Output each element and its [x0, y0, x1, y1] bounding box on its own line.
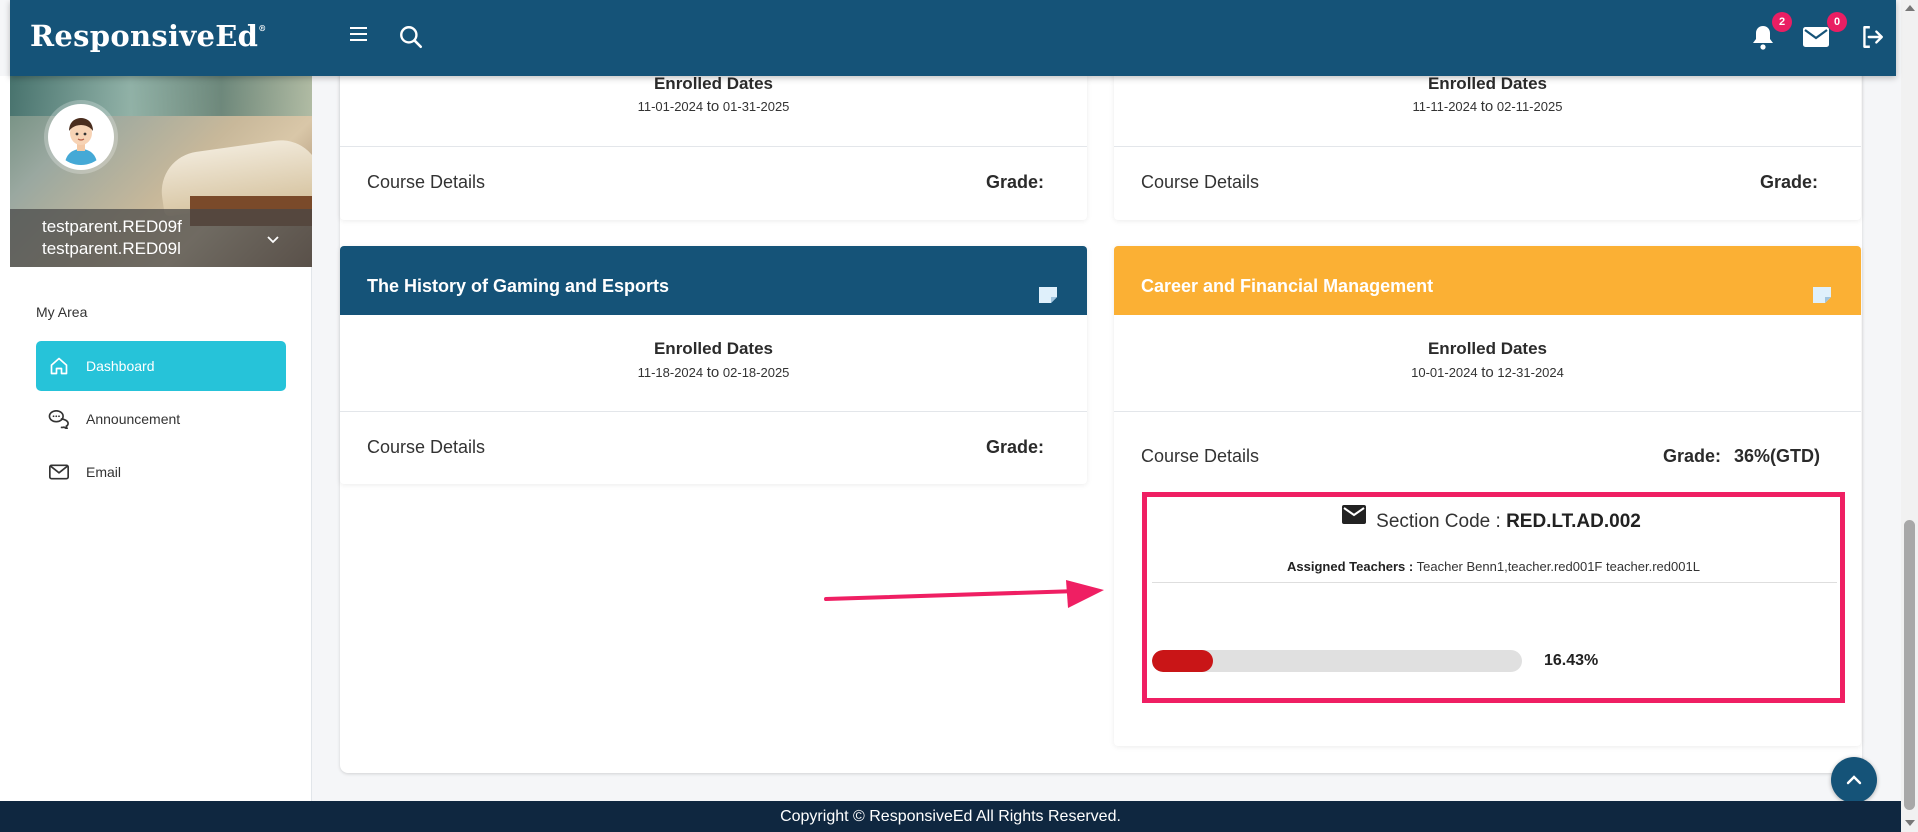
sidebar-item-label: Email	[86, 464, 122, 480]
card-header: The History of Gaming and Esports	[340, 246, 1087, 315]
logo[interactable]: ResponsiveEd®	[30, 19, 267, 53]
enrolled-date-range: 11-18-2024 to 02-18-2025	[637, 364, 790, 381]
assigned-teachers: Assigned Teachers : Teacher Benn1,teache…	[1287, 559, 1700, 574]
page-scrollbar[interactable]	[1901, 0, 1918, 832]
grade-label: Grade:	[1663, 446, 1722, 466]
envelope-icon	[48, 464, 70, 480]
progress-bar	[1152, 650, 1522, 672]
scrollbar-thumb[interactable]	[1904, 520, 1915, 810]
notification-badge: 2	[1772, 12, 1792, 32]
scroll-to-top-button[interactable]	[1831, 757, 1877, 803]
progress-fill	[1152, 650, 1213, 672]
sidebar-item-email[interactable]: Email	[36, 447, 286, 497]
sidebar-item-dashboard[interactable]: Dashboard	[36, 341, 286, 391]
avatar[interactable]	[48, 104, 114, 170]
annotation-arrow-icon	[824, 580, 1106, 619]
enrolled-dates-label: Enrolled Dates	[1427, 339, 1548, 358]
course-card: Enrolled Dates 11-11-2024 to 02-11-2025 …	[1114, 70, 1861, 220]
course-details-link[interactable]: Course Details	[367, 437, 485, 458]
search-icon[interactable]	[398, 24, 424, 55]
menu-icon[interactable]	[350, 27, 367, 45]
chat-icon	[48, 409, 70, 429]
divider	[1152, 582, 1837, 583]
logout-icon[interactable]	[1859, 24, 1885, 55]
sidebar-item-announcement[interactable]: Announcement	[36, 394, 286, 444]
note-icon[interactable]	[1037, 286, 1059, 309]
user-name-strip[interactable]: testparent.RED09f testparent.RED09l	[10, 209, 312, 267]
footer: Copyright © ResponsiveEd All Rights Rese…	[0, 801, 1901, 832]
section-highlight-box: Section Code : RED.LT.AD.002 Assigned Te…	[1142, 492, 1845, 703]
chevron-down-icon[interactable]	[267, 231, 279, 249]
course-details-link[interactable]: Course Details	[1141, 446, 1259, 467]
enrolled-date-range: 11-11-2024 to 02-11-2025	[1412, 98, 1563, 115]
home-icon	[48, 356, 70, 376]
grade-label: Grade:	[986, 172, 1045, 192]
sidebar-item-label: Dashboard	[86, 358, 155, 374]
top-header: ResponsiveEd® 2 0	[10, 0, 1896, 76]
scroll-down-arrow[interactable]	[1905, 820, 1915, 826]
course-card: Enrolled Dates 11-01-2024 to 01-31-2025 …	[340, 70, 1087, 220]
registered-mark: ®	[258, 23, 267, 33]
card-header: Career and Financial Management	[1114, 246, 1861, 315]
enrolled-date-range: 10-01-2024 to 12-31-2024	[1411, 364, 1564, 381]
course-card-history-of-gaming: The History of Gaming and Esports Enroll…	[340, 246, 1087, 484]
grade-label: Grade:	[986, 437, 1045, 457]
course-title: The History of Gaming and Esports	[367, 276, 670, 296]
enrolled-dates-label: Enrolled Dates	[653, 74, 774, 93]
bell-icon[interactable]	[1751, 24, 1775, 55]
course-details-link[interactable]: Course Details	[1141, 172, 1259, 193]
my-area-heading: My Area	[36, 304, 88, 320]
logo-text: ResponsiveEd	[30, 19, 259, 53]
course-title: Career and Financial Management	[1141, 276, 1434, 296]
course-details-link[interactable]: Course Details	[367, 172, 485, 193]
user-name-line1: testparent.RED09f	[42, 217, 182, 236]
note-icon[interactable]	[1811, 286, 1833, 309]
scroll-up-arrow[interactable]	[1905, 5, 1915, 11]
grade-value: 36%(GTD)	[1734, 446, 1821, 466]
copyright-text: Copyright © ResponsiveEd All Rights Rese…	[780, 807, 1121, 825]
enrolled-dates-label: Enrolled Dates	[653, 339, 774, 358]
section-code: Section Code : RED.LT.AD.002	[1376, 511, 1641, 532]
message-badge: 0	[1827, 12, 1847, 32]
sidebar: testparent.RED09f testparent.RED09l My A…	[0, 76, 312, 801]
enrolled-date-range: 11-01-2024 to 01-31-2025	[637, 98, 790, 115]
enrolled-dates-label: Enrolled Dates	[1427, 74, 1548, 93]
chevron-up-icon	[1846, 775, 1862, 785]
grade-label: Grade:	[1760, 172, 1819, 192]
sidebar-item-label: Announcement	[86, 411, 181, 427]
user-name-line2: testparent.RED09l	[42, 239, 181, 258]
progress-percent: 16.43%	[1544, 652, 1599, 669]
mail-icon[interactable]	[1803, 27, 1829, 52]
